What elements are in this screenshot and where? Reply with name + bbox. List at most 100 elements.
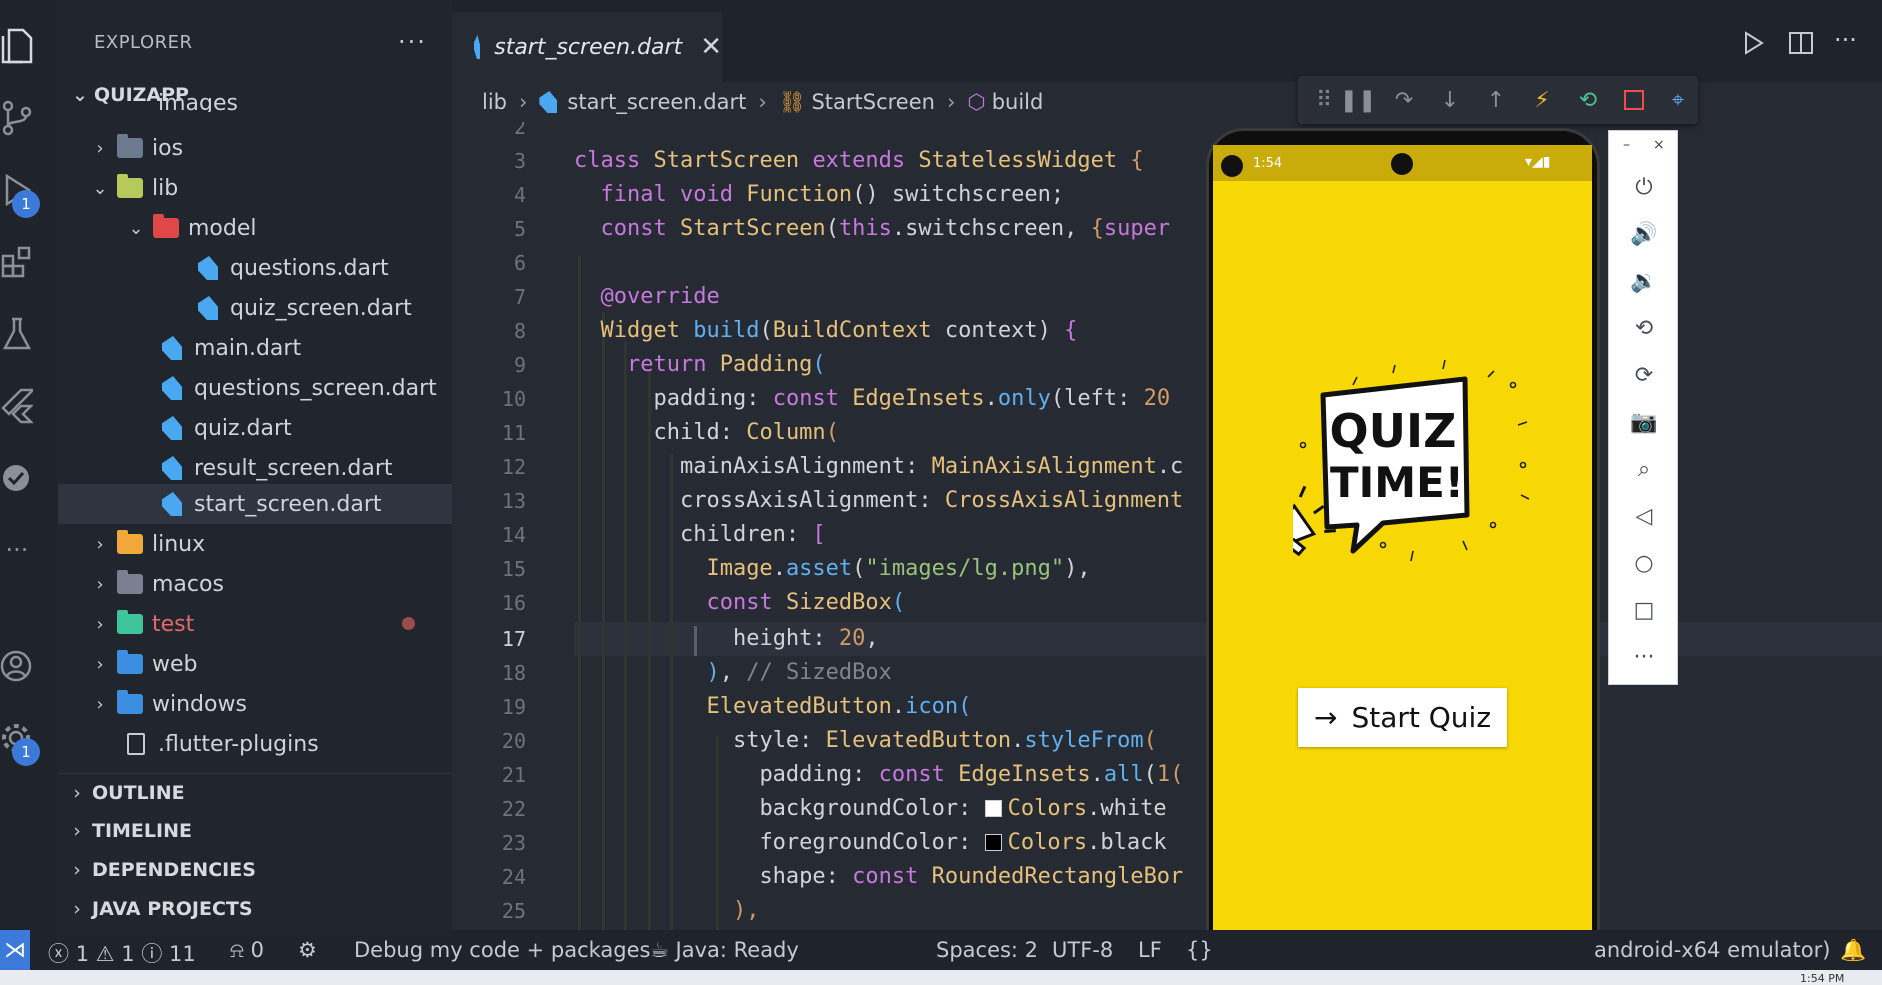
tree-item-ios[interactable]: › ios (58, 128, 452, 168)
stop-icon[interactable] (1618, 84, 1650, 116)
hot-reload-icon[interactable]: ⚡ (1526, 84, 1558, 116)
error-count: 1 (75, 942, 90, 966)
account-icon[interactable] (0, 644, 34, 688)
code-line: Widget build(BuildContext context) { (600, 318, 1078, 343)
more-options-icon[interactable]: ··· (1609, 639, 1679, 675)
tree-item-model[interactable]: ⌄ model (58, 208, 452, 248)
back-icon[interactable]: ◁ (1609, 498, 1679, 534)
settings-badge: 1 (12, 738, 40, 766)
pause-icon[interactable]: ❚❚ (1340, 84, 1377, 116)
tree-item-web[interactable]: › web (58, 644, 452, 684)
eol-setting[interactable]: LF (1138, 938, 1162, 962)
restart-icon[interactable]: ⟲ (1572, 84, 1604, 116)
info-icon: ⓘ (141, 942, 163, 966)
dart-file-icon (474, 35, 481, 59)
checks-icon[interactable] (0, 456, 34, 500)
status-bar: ⋊ ⓧ 1 ⚠ 1 ⓘ 11 ⍾ 0 ⚙ Debug my code + pac… (0, 930, 1882, 970)
step-out-icon[interactable]: ↑ (1480, 84, 1512, 116)
tree-item-linux[interactable]: › linux (58, 524, 452, 564)
screenshot-camera-icon[interactable]: 📷 (1609, 404, 1679, 440)
start-quiz-button[interactable]: → Start Quiz (1298, 688, 1507, 747)
tab-start-screen-dart[interactable]: start_screen.dart ✕ (452, 12, 722, 82)
split-editor-icon[interactable] (1788, 30, 1814, 63)
warning-icon: ⚠ (95, 942, 115, 966)
dart-file-icon (158, 455, 186, 481)
close-tab-icon[interactable]: ✕ (700, 32, 722, 62)
breadcrumb-class[interactable]: StartScreen (811, 90, 935, 114)
explorer-icon[interactable] (0, 24, 34, 68)
editor-more-icon[interactable]: ··· (1834, 26, 1857, 54)
line-number: 16 (501, 591, 526, 615)
tree-item-questions-screen-dart[interactable]: questions_screen.dart (58, 368, 452, 408)
breadcrumb-method[interactable]: build (992, 90, 1044, 114)
code-line: child: Column( (653, 420, 839, 445)
section-outline[interactable]: › OUTLINE (58, 773, 452, 811)
device-selector[interactable]: android-x64 emulator) (1594, 938, 1830, 962)
flutter-icon[interactable] (0, 384, 34, 428)
tree-item-macos[interactable]: › macos (58, 564, 452, 604)
volume-up-icon[interactable]: 🔊 (1609, 216, 1679, 252)
tree-item-quiz-dart[interactable]: quiz.dart (58, 408, 452, 448)
notifications-bell-icon[interactable]: 🔔 (1840, 938, 1866, 963)
tree-item-windows[interactable]: › windows (58, 684, 452, 724)
tree-item-questions-dart[interactable]: questions.dart (58, 248, 452, 288)
step-over-icon[interactable]: ↷ (1388, 84, 1420, 116)
chevron-right-icon: › (96, 573, 104, 595)
tree-item-result-screen-dart[interactable]: result_screen.dart (58, 448, 452, 488)
start-quiz-label: Start Quiz (1351, 701, 1492, 734)
tree-item-images[interactable]: images (58, 92, 452, 113)
breadcrumb-folder[interactable]: lib (482, 90, 507, 114)
tree-item-main-dart[interactable]: main.dart (58, 328, 452, 368)
section-timeline[interactable]: › TIMELINE (58, 812, 452, 850)
breadcrumb-file[interactable]: start_screen.dart (567, 90, 746, 114)
volume-down-icon[interactable]: 🔉 (1609, 263, 1679, 299)
test-folder-icon (116, 610, 144, 637)
line-number: 18 (501, 661, 526, 685)
chevron-right-icon: › (73, 820, 81, 842)
remote-indicator-icon[interactable]: ⋊ (0, 930, 30, 970)
run-file-icon[interactable] (1742, 30, 1766, 63)
tree-item-lib[interactable]: ⌄ lib (58, 168, 452, 208)
section-java-projects[interactable]: › JAVA PROJECTS (58, 890, 452, 928)
source-control-icon[interactable] (0, 96, 34, 140)
emulator-screen[interactable]: 1:54 ▾◢▮ QUIZ TIME! → Start Quiz (1213, 145, 1592, 965)
explorer-more-button[interactable]: ··· (398, 28, 427, 56)
code-line: ), (732, 898, 760, 923)
line-number: 14 (501, 523, 526, 547)
dart-file-icon (158, 335, 186, 361)
overview-icon[interactable]: □ (1609, 592, 1679, 628)
tree-item-start-screen-dart[interactable]: start_screen.dart (58, 484, 452, 524)
line-number: 9 (513, 353, 526, 377)
close-button[interactable]: × (1653, 137, 1665, 153)
language-brackets[interactable]: {} (1186, 938, 1213, 962)
tree-item-flutter-plugins[interactable]: .flutter-plugins (58, 724, 452, 764)
tree-item-quiz-screen-dart[interactable]: quiz_screen.dart (58, 288, 452, 328)
indentation-setting[interactable]: Spaces: 2 (936, 938, 1038, 962)
inspect-widget-icon[interactable]: ⌖ (1662, 84, 1694, 116)
quiz-time-logo: QUIZ TIME! (1293, 359, 1530, 562)
lib-folder-icon (116, 174, 144, 201)
step-into-icon[interactable]: ↓ (1434, 84, 1466, 116)
extensions-icon[interactable] (0, 240, 34, 284)
line-number: 2 (513, 122, 526, 139)
tree-item-test[interactable]: › test (58, 604, 452, 644)
chevron-right-icon: › (96, 137, 104, 159)
more-views-icon[interactable]: ··· (0, 528, 34, 572)
tree-item-label: lib (152, 175, 179, 201)
problems-indicator[interactable]: ⓧ 1 ⚠ 1 ⓘ 11 (48, 938, 196, 968)
tree-item-label: quiz.dart (194, 415, 292, 441)
java-status[interactable]: ☕ Java: Ready (650, 938, 799, 962)
testing-icon[interactable] (0, 312, 34, 356)
ports-indicator[interactable]: ⍾ 0 (230, 938, 264, 963)
home-icon[interactable]: ○ (1609, 545, 1679, 581)
rotate-right-icon[interactable]: ⟳ (1609, 357, 1679, 393)
power-icon[interactable]: ⏻ (1609, 169, 1679, 205)
section-dependencies[interactable]: › DEPENDENCIES (58, 851, 452, 889)
minimize-button[interactable]: – (1623, 137, 1630, 153)
activity-bar: 1 ··· 1 (0, 0, 58, 930)
zoom-icon[interactable]: ⌕ (1609, 451, 1679, 487)
encoding-setting[interactable]: UTF-8 (1052, 938, 1113, 962)
debug-config[interactable]: Debug my code + packages (354, 938, 650, 962)
rotate-left-icon[interactable]: ⟲ (1609, 310, 1679, 346)
drag-handle-icon[interactable]: ⠿ (1308, 84, 1340, 116)
